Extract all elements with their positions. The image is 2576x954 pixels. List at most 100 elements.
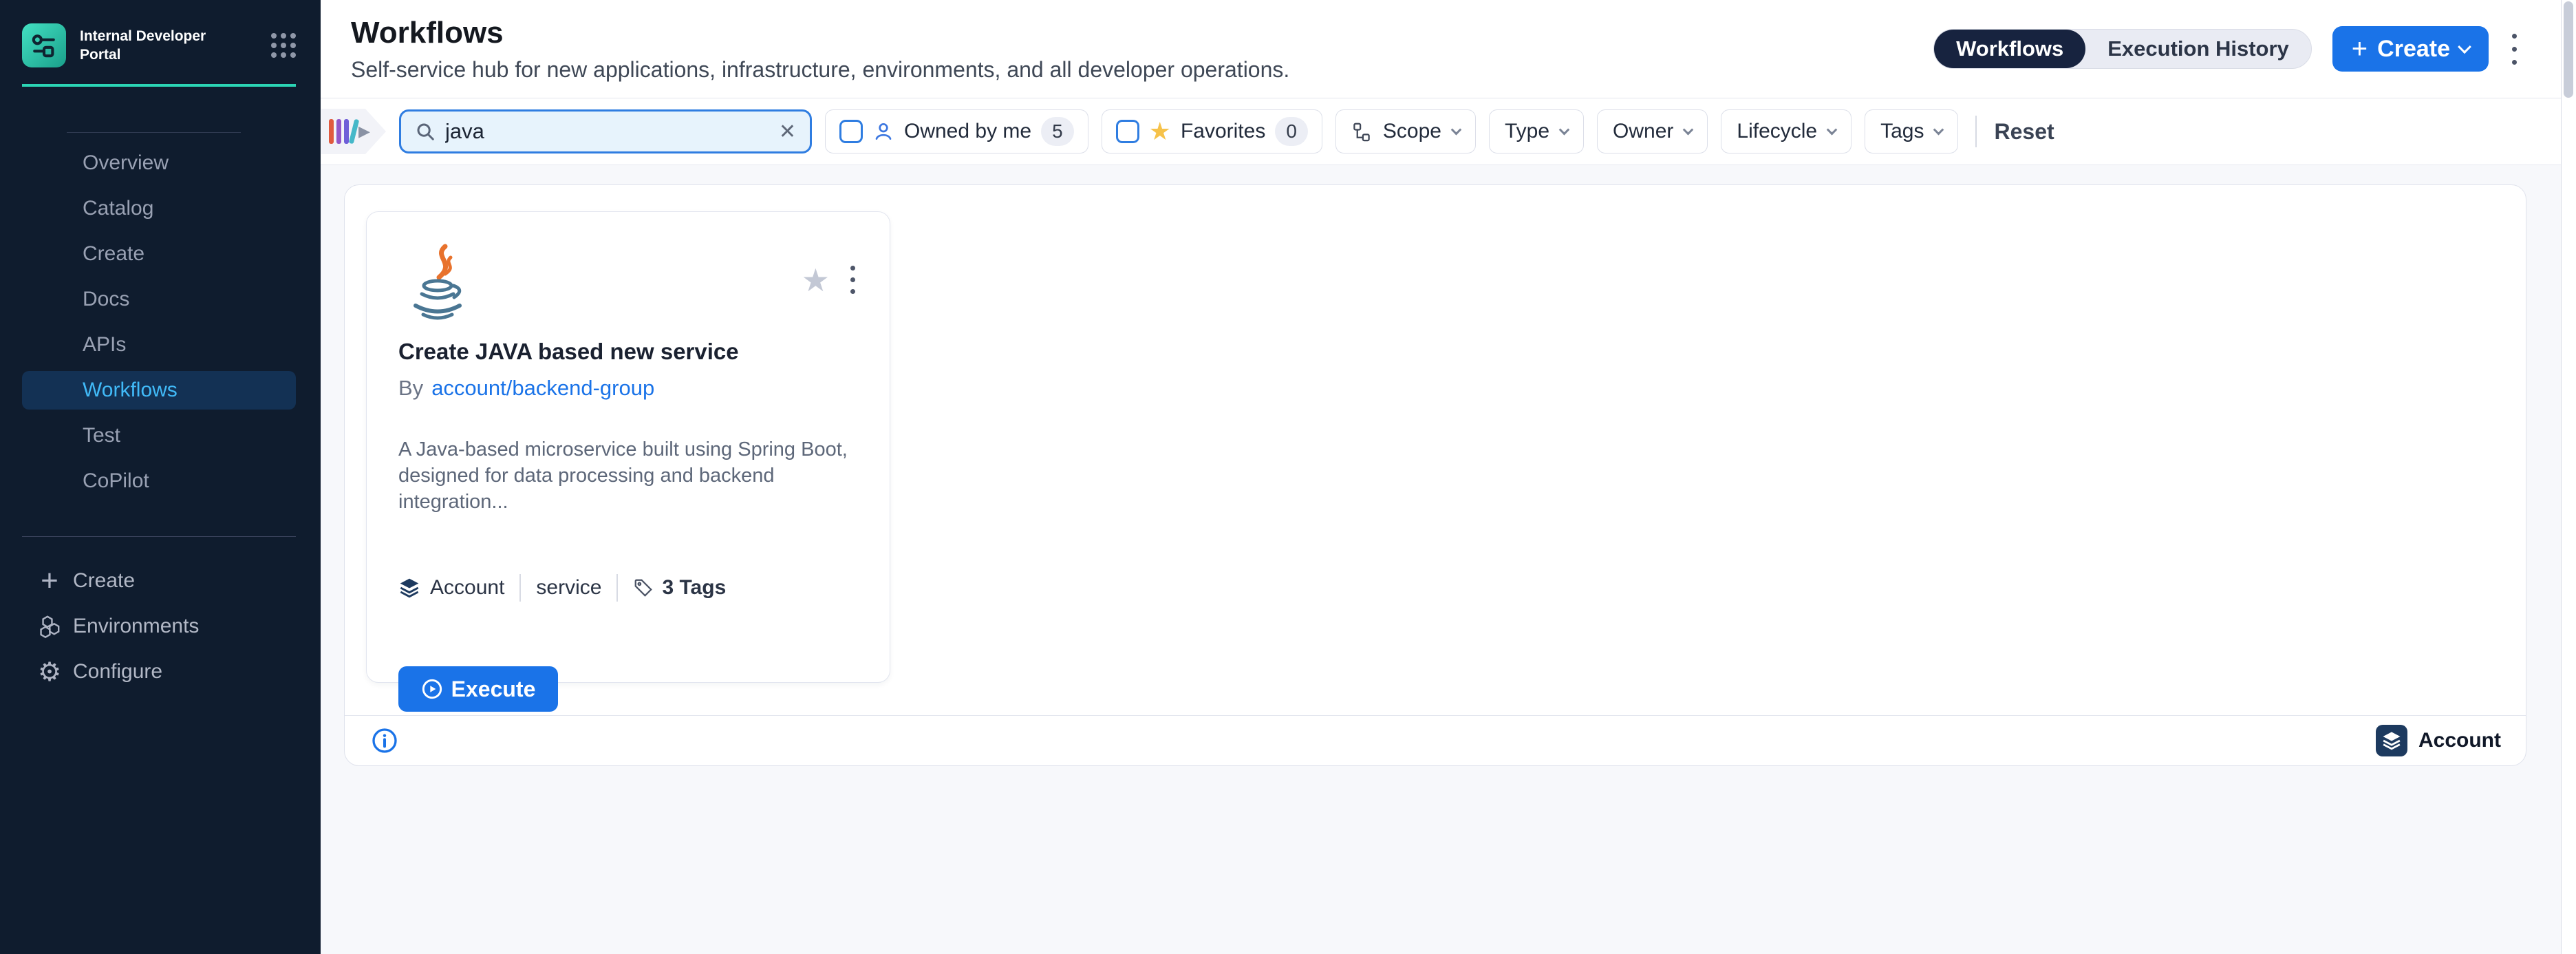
sidebar-item-create[interactable]: Create — [22, 235, 296, 273]
page-scrollbar[interactable] — [2561, 0, 2576, 954]
account-badge-label: Account — [2418, 729, 2501, 752]
circuit-logo-icon — [29, 30, 59, 61]
card-type-label: service — [536, 576, 601, 600]
favorites-checkbox[interactable] — [1116, 120, 1139, 143]
sidebar-item-overview[interactable]: Overview — [22, 144, 296, 182]
filter-collapse-tab[interactable]: ▶ — [321, 109, 386, 154]
chevron-down-icon — [1559, 124, 1570, 135]
sidebar-bottom-item-configure[interactable]: ⚙ Configure — [0, 653, 296, 691]
card-overflow-menu-icon[interactable] — [848, 263, 858, 297]
main-area: Workflows Self-service hub for new appli… — [321, 0, 2561, 954]
scope-dropdown[interactable]: Scope — [1335, 109, 1476, 153]
sidebar-item-copilot[interactable]: CoPilot — [22, 462, 296, 500]
header-actions: Workflows Execution History + Create — [1933, 26, 2520, 72]
header-overflow-menu-icon[interactable] — [2509, 31, 2520, 67]
star-icon: ★ — [1149, 118, 1171, 146]
sidebar-logo-row: Internal Developer Portal — [0, 0, 321, 67]
favorites-filter[interactable]: ★ Favorites 0 — [1102, 109, 1322, 153]
account-badge-box — [2376, 725, 2407, 756]
page-header: Workflows Self-service hub for new appli… — [321, 0, 2561, 98]
tags-dropdown[interactable]: Tags — [1865, 109, 1958, 153]
execute-button[interactable]: Execute — [398, 666, 558, 712]
reset-filters-button[interactable]: Reset — [1994, 119, 2054, 145]
favorite-star-icon[interactable]: ★ — [802, 264, 830, 296]
clear-search-icon[interactable]: ✕ — [779, 120, 796, 144]
grid-menu-icon[interactable] — [271, 33, 296, 58]
create-button[interactable]: + Create — [2332, 26, 2489, 72]
card-top-row: ★ — [398, 242, 858, 325]
card-description: A Java-based microservice built using Sp… — [398, 436, 858, 515]
chevron-down-icon — [1827, 124, 1838, 135]
by-prefix: By — [398, 376, 423, 401]
sidebar: Internal Developer Portal Overview Catal… — [0, 0, 321, 954]
stack-icon — [2381, 730, 2402, 751]
info-icon[interactable] — [371, 727, 398, 754]
card-tags-label: 3 Tags — [662, 576, 726, 600]
scrollbar-thumb[interactable] — [2564, 1, 2573, 98]
create-button-label: Create — [2377, 36, 2450, 63]
scope-label: Scope — [1383, 120, 1441, 143]
sidebar-item-catalog[interactable]: Catalog — [22, 189, 296, 228]
owner-group-link[interactable]: account/backend-group — [431, 376, 654, 401]
card-byline: By account/backend-group — [398, 376, 858, 401]
execute-button-label: Execute — [451, 677, 536, 702]
sidebar-nav-divider — [67, 132, 241, 133]
chevron-down-icon — [1683, 124, 1694, 135]
account-badge: Account — [2376, 725, 2501, 756]
sidebar-bottom-label: Create — [73, 569, 135, 593]
type-dropdown[interactable]: Type — [1489, 109, 1584, 153]
search-icon — [415, 121, 436, 142]
sidebar-accent-divider — [22, 84, 296, 87]
page-header-text: Workflows Self-service hub for new appli… — [351, 16, 1289, 83]
owned-by-me-count: 5 — [1041, 117, 1074, 146]
person-icon — [872, 120, 894, 142]
card-tags[interactable]: 3 Tags — [633, 576, 726, 600]
sidebar-bottom-label: Environments — [73, 615, 199, 638]
card-kind: Account — [398, 576, 504, 600]
owner-dropdown[interactable]: Owner — [1597, 109, 1708, 153]
hierarchy-icon — [1351, 121, 1372, 142]
stack-icon — [398, 577, 420, 599]
card-kind-label: Account — [430, 576, 504, 600]
search-input[interactable] — [445, 119, 769, 144]
workflow-card: ★ Create JAVA based new service By accou… — [366, 211, 890, 683]
card-title: Create JAVA based new service — [398, 339, 858, 365]
owned-by-me-label: Owned by me — [904, 120, 1031, 143]
library-bars-icon — [329, 119, 356, 144]
tab-execution-history[interactable]: Execution History — [2085, 30, 2311, 68]
lifecycle-dropdown[interactable]: Lifecycle — [1721, 109, 1852, 153]
favorites-count: 0 — [1275, 117, 1308, 146]
expand-arrow-icon: ▶ — [358, 123, 370, 140]
plus-icon: + — [36, 567, 63, 595]
sidebar-bottom-item-environments[interactable]: Environments — [0, 607, 296, 646]
card-meta-row: Account service 3 Tags — [398, 574, 858, 602]
meta-divider — [616, 574, 618, 602]
sidebar-item-workflows[interactable]: Workflows — [22, 371, 296, 410]
sidebar-item-apis[interactable]: APIs — [22, 326, 296, 364]
workflows-panel: ★ Create JAVA based new service By accou… — [344, 184, 2526, 766]
gear-icon: ⚙ — [36, 657, 63, 687]
java-logo-icon — [398, 242, 474, 325]
sidebar-bottom-label: Configure — [73, 660, 162, 683]
app-logo — [22, 23, 66, 67]
owned-by-me-filter[interactable]: Owned by me 5 — [825, 109, 1088, 153]
view-toggle: Workflows Execution History — [1933, 29, 2312, 69]
hexagons-icon — [36, 614, 63, 639]
favorites-label: Favorites — [1181, 120, 1265, 143]
owned-by-me-checkbox[interactable] — [839, 120, 863, 143]
sidebar-bottom-divider — [22, 536, 296, 537]
sidebar-item-docs[interactable]: Docs — [22, 280, 296, 319]
page-title: Workflows — [351, 16, 1289, 50]
filter-divider — [1975, 116, 1977, 147]
chevron-down-icon — [2458, 40, 2471, 54]
panel-footer: Account — [345, 715, 2526, 765]
filter-bar: ▶ ✕ Owned by me 5 ★ Favorites 0 — [321, 98, 2561, 165]
tag-icon — [633, 577, 654, 598]
sidebar-item-test[interactable]: Test — [22, 416, 296, 455]
tab-workflows[interactable]: Workflows — [1934, 30, 2085, 68]
page-subtitle: Self-service hub for new applications, i… — [351, 57, 1289, 83]
play-circle-icon — [421, 678, 443, 700]
sidebar-nav: Overview Catalog Create Docs APIs Workfl… — [0, 144, 321, 500]
sidebar-bottom-item-create[interactable]: + Create — [0, 562, 296, 600]
lifecycle-label: Lifecycle — [1737, 120, 1817, 143]
